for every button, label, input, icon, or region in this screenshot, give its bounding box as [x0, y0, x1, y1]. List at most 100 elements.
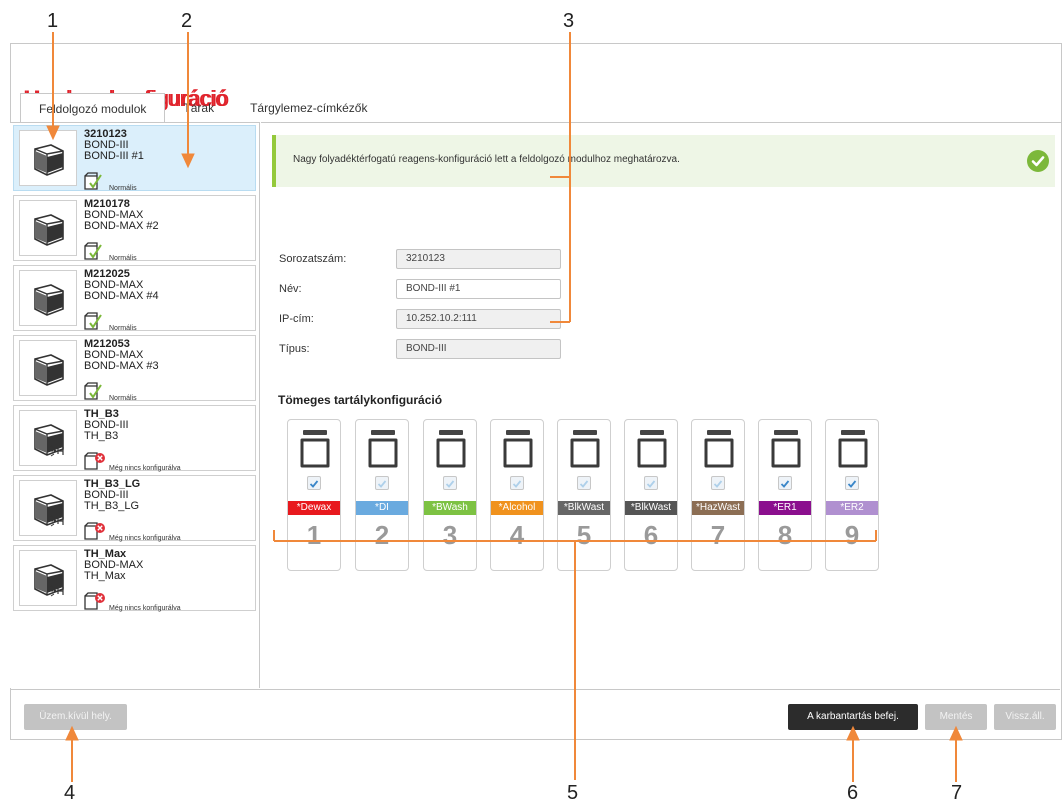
bulk-container-1[interactable]: *Dewax 1 — [287, 419, 341, 571]
module-status: Még nincs konfigurálva — [109, 605, 181, 612]
reagent-label: *BlkWast — [558, 501, 610, 515]
bottom-toolbar: Üzem.kívül hely. A karbantartás befej. M… — [10, 689, 1060, 739]
serial-label: Sorozatszám: — [279, 253, 347, 265]
type-field: BOND-III — [396, 339, 561, 359]
container-checkbox — [375, 476, 389, 490]
name-label: Név: — [279, 283, 302, 295]
tab-slide-labelers[interactable]: Tárgylemez-címkézők — [232, 93, 385, 123]
module-name: BOND-MAX #3 — [84, 360, 159, 372]
container-icon — [704, 430, 734, 468]
module-name: BOND-MAX #2 — [84, 220, 159, 232]
callout-4: 4 — [64, 782, 76, 804]
module-status: Még nincs konfigurálva — [109, 535, 181, 542]
status-icon — [84, 522, 106, 543]
module-name: TH_B3_LG — [84, 500, 140, 512]
reagent-label: *HazWast — [692, 501, 744, 515]
status-banner: Nagy folyadéktérfogatú reagens-konfigurá… — [272, 135, 1055, 187]
callout-6: 6 — [847, 782, 859, 804]
bulk-container-6[interactable]: *BlkWast 6 — [624, 419, 678, 571]
tab-processing-modules[interactable]: Feldolgozó modulok — [20, 93, 166, 123]
module-list: 3210123 BOND-III BOND-III #1 Normális M21017… — [10, 122, 260, 688]
bulk-config-title: Tömeges tartálykonfiguráció — [278, 393, 443, 407]
callout-7: 7 — [951, 782, 963, 804]
processing-module-icon — [19, 550, 77, 606]
save-button[interactable]: Mentés — [925, 704, 987, 730]
container-checkbox — [577, 476, 591, 490]
status-icon — [84, 452, 106, 473]
module-name: BOND-MAX #4 — [84, 290, 159, 302]
bulk-container-8[interactable]: *ER1 8 — [758, 419, 812, 571]
container-number: 3 — [442, 520, 458, 550]
reagent-label: *Alcohol — [491, 501, 543, 515]
container-icon — [637, 430, 667, 468]
type-label: Típus: — [279, 343, 310, 355]
container-number: 1 — [306, 520, 322, 550]
module-item[interactable]: 3210123 BOND-III BOND-III #1 Normális — [13, 125, 256, 193]
serial-field: 3210123 — [396, 249, 561, 269]
reagent-label: *BWash — [424, 501, 476, 515]
bulk-container-2[interactable]: *DI 2 — [355, 419, 409, 571]
module-status: Normális — [109, 185, 137, 192]
container-checkbox — [443, 476, 457, 490]
end-maintenance-button[interactable]: A karbantartás befej. — [788, 704, 918, 730]
callout-2: 2 — [181, 10, 193, 32]
bulk-container-7[interactable]: *HazWast 7 — [691, 419, 745, 571]
decommission-button[interactable]: Üzem.kívül hely. — [24, 704, 127, 730]
container-checkbox — [644, 476, 658, 490]
callout-5: 5 — [567, 782, 579, 804]
container-number: 9 — [844, 520, 860, 550]
container-checkbox[interactable] — [845, 476, 859, 490]
container-checkbox[interactable] — [307, 476, 321, 490]
ip-field: 10.252.10.2:111 — [396, 309, 561, 329]
screen: 1 2 3 4 5 6 7 Hardver-konfiguráció Hardv… — [0, 0, 1062, 808]
processing-module-icon — [19, 130, 77, 186]
module-item[interactable]: M210178 BOND-MAX BOND-MAX #2 Normális — [13, 195, 256, 263]
container-number: 2 — [374, 520, 390, 550]
reagent-label: *ER2 — [826, 501, 878, 515]
processing-module-icon — [19, 200, 77, 256]
reagent-label: *Dewax — [288, 501, 340, 515]
module-name: TH_Max — [84, 570, 126, 582]
bulk-container-9[interactable]: *ER2 9 — [825, 419, 879, 571]
module-item[interactable]: M212053 BOND-MAX BOND-MAX #3 Normális — [13, 335, 256, 402]
status-icon — [84, 242, 106, 263]
status-icon — [84, 592, 106, 613]
container-icon — [570, 430, 600, 468]
status-icon — [84, 312, 106, 333]
module-name: TH_B3 — [84, 430, 119, 442]
reagent-label: *DI — [356, 501, 408, 515]
container-checkbox — [711, 476, 725, 490]
window-content: Feldolgozó modulok Tárak Tárgylemez-címk… — [10, 43, 1062, 740]
name-field[interactable]: BOND-III #1 — [396, 279, 561, 299]
container-icon — [436, 430, 466, 468]
module-name: BOND-III #1 — [84, 150, 144, 162]
module-item[interactable]: TH_B3 BOND-III TH_B3 Még nincs konfigurálva — [13, 405, 256, 473]
revert-button[interactable]: Vissz.áll. — [994, 704, 1056, 730]
container-number: 4 — [509, 520, 525, 550]
module-item[interactable]: TH_Max BOND-MAX TH_Max Még nincs konfigurál… — [13, 545, 256, 613]
module-status: Normális — [109, 325, 137, 332]
bulk-container-5[interactable]: *BlkWast 5 — [557, 419, 611, 571]
container-number: 6 — [643, 520, 659, 550]
callout-1: 1 — [47, 10, 59, 32]
check-circle-icon — [1027, 150, 1049, 172]
module-item[interactable]: M212025 BOND-MAX BOND-MAX #4 Normális — [13, 265, 256, 333]
container-number: 8 — [777, 520, 793, 550]
container-icon — [838, 430, 868, 468]
module-item[interactable]: TH_B3_LG BOND-III TH_B3_LG Még nincs konfig… — [13, 475, 256, 543]
module-details: Nagy folyadéktérfogatú reagens-konfigurá… — [261, 122, 1061, 688]
container-icon — [300, 430, 330, 468]
module-status: Normális — [109, 255, 137, 262]
callout-3: 3 — [563, 10, 575, 32]
bulk-container-3[interactable]: *BWash 3 — [423, 419, 477, 571]
bulk-container-4[interactable]: *Alcohol 4 — [490, 419, 544, 571]
processing-module-icon — [19, 480, 77, 536]
container-checkbox — [510, 476, 524, 490]
container-checkbox[interactable] — [778, 476, 792, 490]
container-number: 5 — [576, 520, 592, 550]
tab-stores[interactable]: Tárak — [165, 93, 232, 123]
status-icon — [84, 172, 106, 193]
banner-text: Nagy folyadéktérfogatú reagens-konfigurá… — [293, 154, 680, 165]
module-status: Még nincs konfigurálva — [109, 465, 181, 472]
processing-module-icon — [19, 340, 77, 396]
